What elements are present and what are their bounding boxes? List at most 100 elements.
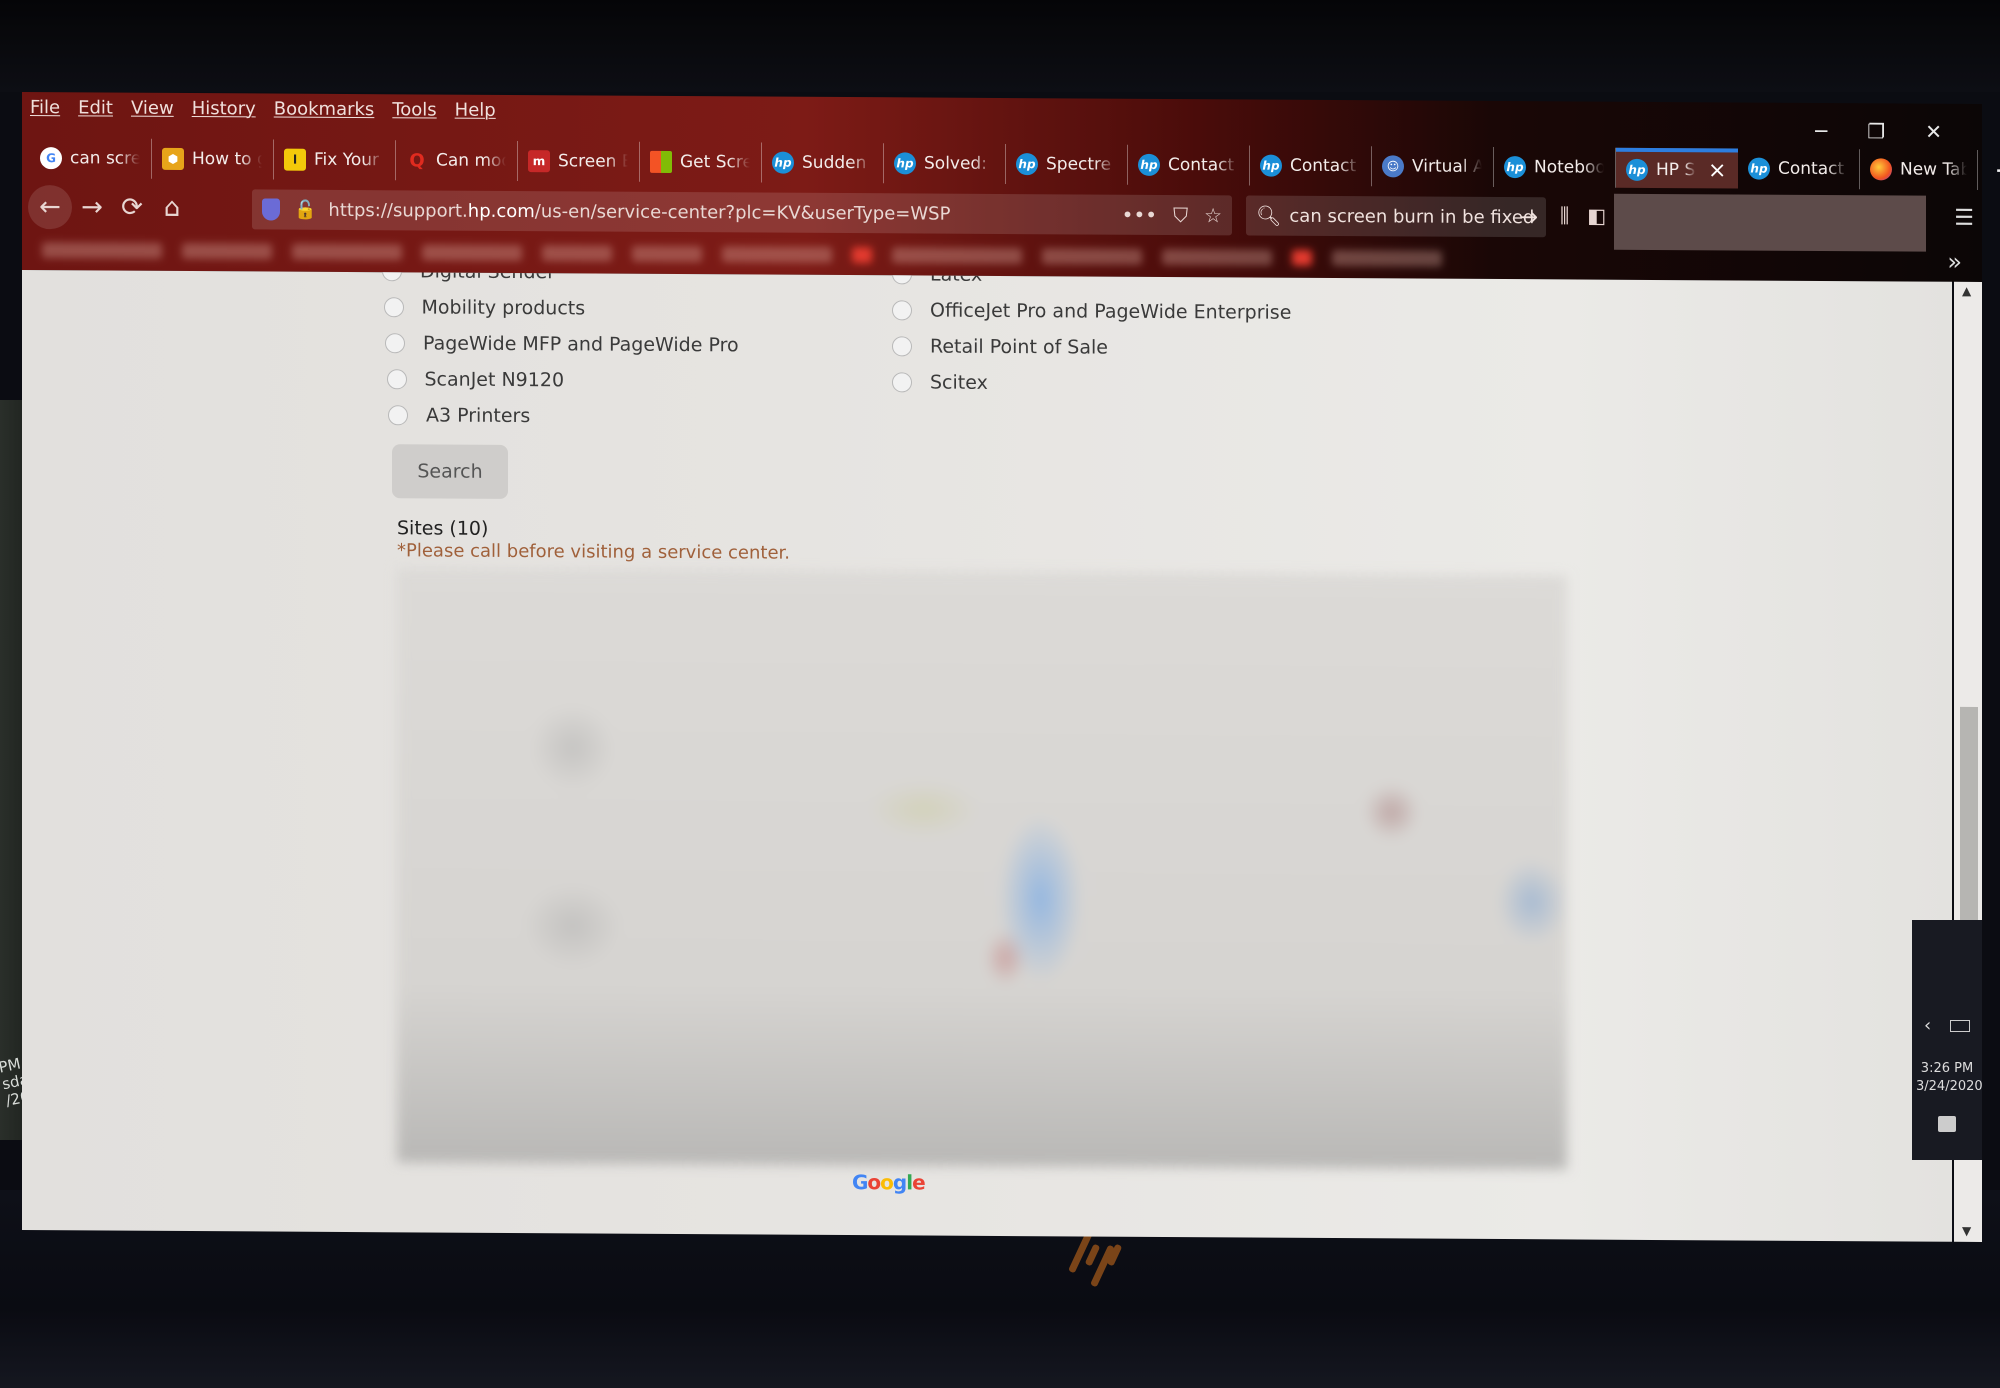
new-tab-button[interactable]: + [1994, 153, 2000, 188]
sidebar-toggle-icon[interactable]: ◧ [1587, 204, 1606, 228]
bookmark-item[interactable] [1162, 248, 1272, 266]
tab[interactable]: New Tab [1860, 149, 1978, 190]
radio-label: Retail Point of Sale [930, 335, 1108, 359]
pocket-icon[interactable]: ⛉ [1173, 203, 1188, 227]
reload-button[interactable]: ⟳ [112, 193, 152, 223]
tab[interactable]: hp Solved: la [884, 143, 1006, 185]
tab-label: Can mod [436, 150, 506, 171]
search-button[interactable]: Search [392, 444, 508, 499]
bookmark-item[interactable] [42, 242, 162, 259]
menu-history[interactable]: History [192, 98, 256, 119]
radio-label: PageWide MFP and PageWide Pro [423, 332, 739, 357]
bookmark-item[interactable] [292, 243, 402, 261]
tab[interactable]: hp Sudden s [762, 142, 884, 184]
tab[interactable]: l Fix Your S [274, 139, 396, 181]
tab[interactable]: hp Contact I [1250, 145, 1372, 187]
bookmark-item[interactable] [852, 247, 872, 264]
bookmark-item[interactable] [1332, 250, 1442, 267]
bookmark-item[interactable] [892, 247, 1022, 265]
close-tab-icon[interactable]: × [1708, 158, 1726, 183]
bookmark-item[interactable] [542, 245, 612, 262]
bookmark-item[interactable] [1042, 248, 1142, 265]
tab-active[interactable]: hp HP Se × [1616, 147, 1738, 189]
tab[interactable]: hp Contact I [1128, 144, 1250, 186]
tab[interactable]: hp Contact I [1738, 148, 1860, 190]
insecure-lock-icon[interactable]: 🔓 [294, 199, 316, 220]
tab[interactable]: Get Scree [640, 141, 762, 183]
tab-label: Virtual A [1412, 156, 1482, 177]
page-actions-icon[interactable]: ••• [1122, 203, 1157, 227]
radio-button[interactable] [388, 405, 408, 426]
radio-option[interactable]: Scitex [892, 371, 988, 394]
menu-view[interactable]: View [131, 97, 174, 118]
search-go-arrow-icon[interactable]: → [1520, 205, 1538, 230]
tab[interactable]: m Screen Bu [518, 141, 640, 182]
tab[interactable]: ☺ Virtual A [1372, 146, 1494, 187]
bookmark-item[interactable] [632, 245, 702, 263]
virtual-agent-icon: ☺ [1382, 155, 1404, 178]
taskbar-clock[interactable]: 3:26 PM 3/24/2020 [1916, 1060, 1983, 1096]
hp-icon: hp [1260, 154, 1282, 177]
library-icon[interactable]: ⫼ [1560, 203, 1569, 227]
radio-option[interactable]: PageWide MFP and PageWide Pro [385, 332, 739, 356]
bookmark-item[interactable] [722, 246, 832, 263]
minimize-button[interactable]: ─ [1815, 119, 1827, 143]
radio-option[interactable]: Mobility products [383, 296, 585, 319]
tab-label: Contact I [1778, 158, 1848, 180]
radio-button[interactable] [382, 270, 402, 282]
bookmark-item[interactable] [182, 242, 272, 260]
radio-option[interactable]: A3 Printers [388, 404, 530, 427]
m-site-icon: m [528, 150, 550, 173]
clock-time: 3:26 PM [1920, 1061, 1974, 1076]
radio-button[interactable] [892, 336, 912, 357]
menu-bookmarks[interactable]: Bookmarks [274, 98, 375, 120]
hp-icon: hp [1138, 153, 1160, 176]
radio-option[interactable]: OfficeJet Pro and PageWide Enterprise [892, 299, 1291, 324]
hexagon-site-icon: ⬢ [162, 147, 184, 170]
radio-button[interactable] [383, 297, 404, 318]
radio-label: ScanJet N9120 [424, 368, 565, 392]
menu-file[interactable]: File [30, 97, 60, 118]
bookmark-item[interactable] [1292, 249, 1312, 266]
menu-hamburger-icon[interactable]: ☰ [1954, 206, 1974, 231]
google-icon: G [40, 147, 62, 170]
menu-help[interactable]: Help [455, 99, 496, 120]
radio-label: A3 Printers [426, 404, 531, 428]
radio-option[interactable]: ScanJet N9120 [386, 368, 565, 392]
tab[interactable]: ⬢ How to g [152, 138, 274, 180]
radio-button[interactable] [892, 300, 912, 321]
show-hidden-icons-chevron-icon[interactable]: ‹ [1924, 1015, 1931, 1036]
search-input[interactable]: can screen burn in be fixed [1289, 205, 1534, 227]
search-bar[interactable]: 🔍︎ can screen burn in be fixed → [1246, 195, 1546, 238]
radio-option[interactable]: Retail Point of Sale [892, 335, 1108, 359]
hp-icon: hp [1748, 157, 1770, 180]
tab[interactable]: Gcan scree [30, 138, 152, 179]
home-button[interactable]: ⌂ [152, 193, 192, 223]
close-window-button[interactable]: ✕ [1925, 120, 1942, 144]
microsoft-icon [650, 150, 672, 173]
scroll-down-icon[interactable]: ▼ [1962, 1224, 1971, 1238]
back-button[interactable]: ← [28, 185, 72, 230]
service-center-map[interactable] [397, 568, 1567, 1170]
tracking-protection-icon[interactable] [262, 198, 280, 221]
tab[interactable]: hp Spectre S [1006, 144, 1128, 185]
bookmark-star-icon[interactable]: ☆ [1204, 203, 1222, 227]
forward-button[interactable]: → [72, 192, 112, 222]
restore-button[interactable]: ❐ [1867, 119, 1885, 143]
battery-icon[interactable] [1950, 1020, 1970, 1032]
radio-button[interactable] [385, 333, 405, 354]
scroll-up-icon[interactable]: ▲ [1962, 284, 1971, 298]
action-center-icon[interactable] [1938, 1116, 1956, 1132]
tab[interactable]: hp Noteboo [1494, 146, 1616, 188]
search-icon: 🔍︎ [1256, 203, 1282, 228]
bookmarks-overflow-icon[interactable]: » [1947, 248, 1962, 276]
radio-button[interactable] [892, 372, 912, 393]
menu-tools[interactable]: Tools [392, 99, 436, 120]
bookmark-item[interactable] [422, 244, 522, 262]
url-text[interactable]: https://support.hp.com/us-en/service-cen… [328, 199, 950, 224]
tab[interactable]: Q Can mod [396, 140, 518, 182]
url-bar[interactable]: 🔓 https://support.hp.com/us-en/service-c… [252, 189, 1232, 236]
radio-button[interactable] [386, 369, 407, 390]
google-attribution[interactable]: Google [852, 1170, 925, 1194]
menu-edit[interactable]: Edit [78, 97, 113, 118]
